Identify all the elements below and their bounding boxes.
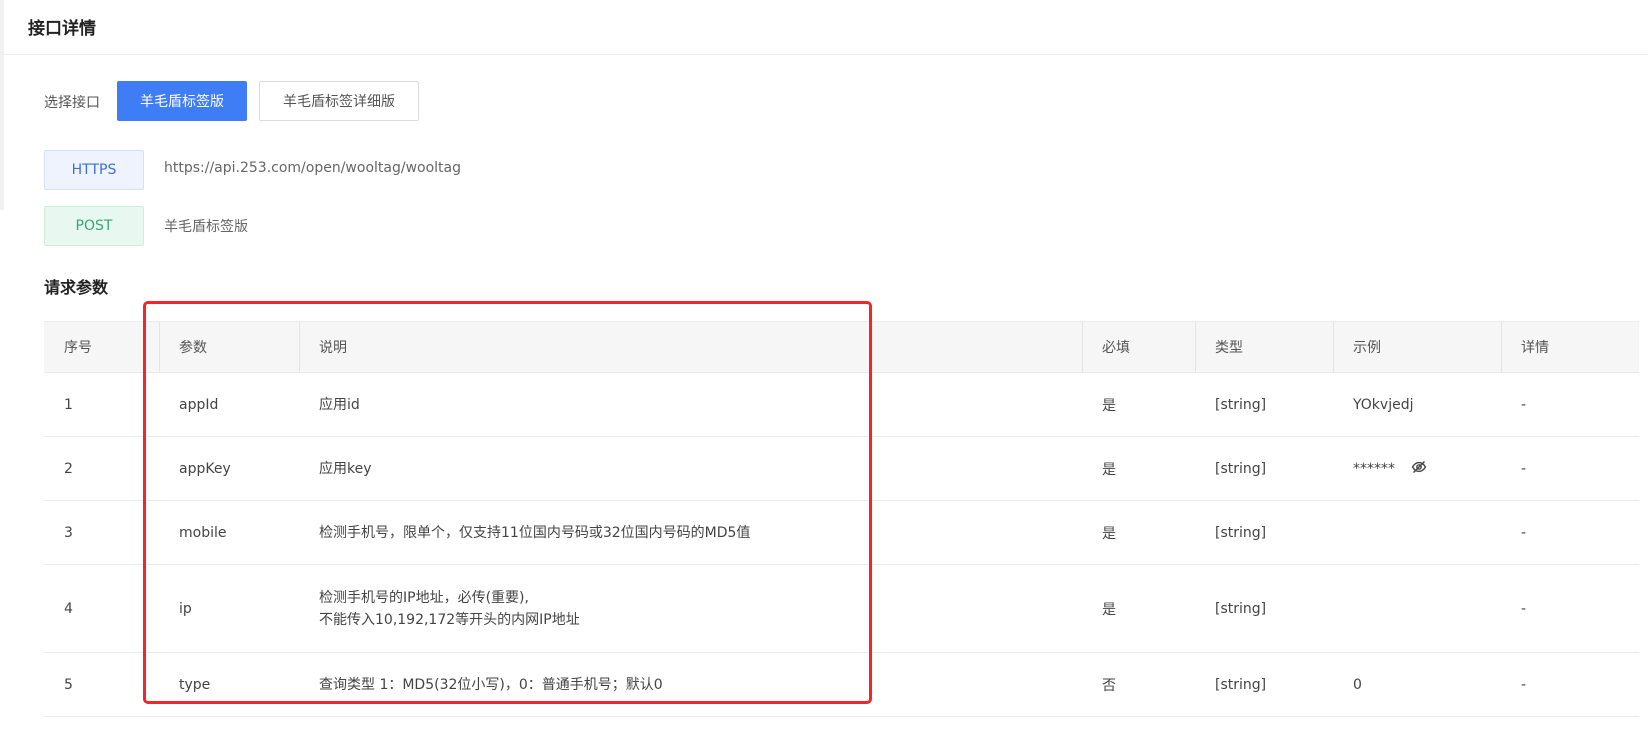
cell-index: 5 — [44, 652, 159, 717]
table-row: 1 appId 应用id 是 [string] YOkvjedj - — [44, 372, 1639, 437]
cell-desc-line: 不能传入10,192,172等开头的内网IP地址 — [319, 611, 580, 628]
page-header: 接口详情 — [0, 0, 1648, 55]
table-row: 5 type 查询类型 1：MD5(32位小写)，0：普通手机号；默认0 否 [… — [44, 652, 1639, 717]
cell-type: [string] — [1195, 500, 1333, 565]
cell-example: YOkvjedj — [1333, 372, 1501, 437]
method-badge: POST — [44, 206, 144, 246]
col-detail: 详情 — [1501, 321, 1639, 373]
col-type: 类型 — [1195, 321, 1333, 373]
cell-index: 2 — [44, 436, 159, 501]
col-index: 序号 — [44, 321, 159, 373]
cell-param: appId — [159, 372, 299, 437]
cell-required: 是 — [1082, 372, 1195, 437]
cell-required: 是 — [1082, 500, 1195, 565]
cell-desc: 检测手机号，限单个，仅支持11位国内号码或32位国内号码的MD5值 — [299, 500, 1082, 565]
select-interface-label: 选择接口 — [44, 95, 100, 111]
cell-param: appKey — [159, 436, 299, 501]
cell-type: [string] — [1195, 372, 1333, 437]
cell-index: 4 — [44, 564, 159, 653]
cell-required: 是 — [1082, 564, 1195, 653]
cell-desc: 检测手机号的IP地址，必传(重要), 不能传入10,192,172等开头的内网I… — [299, 564, 1082, 653]
table-row: 3 mobile 检测手机号，限单个，仅支持11位国内号码或32位国内号码的MD… — [44, 500, 1639, 565]
cell-required: 是 — [1082, 436, 1195, 501]
cell-detail: - — [1501, 652, 1639, 717]
cell-index: 3 — [44, 500, 159, 565]
cell-type: [string] — [1195, 564, 1333, 653]
params-table: 序号 参数 说明 必填 类型 示例 详情 1 appId 应用id 是 [str… — [44, 321, 1639, 717]
cell-desc: 应用key — [299, 436, 1082, 501]
cell-detail: - — [1501, 564, 1639, 653]
request-params-title: 请求参数 — [44, 278, 109, 297]
masked-app-key: ****** — [1353, 460, 1395, 477]
page-title: 接口详情 — [28, 19, 96, 39]
col-param: 参数 — [159, 321, 299, 373]
table-row: 4 ip 检测手机号的IP地址，必传(重要), 不能传入10,192,172等开… — [44, 564, 1639, 653]
tab-wooltag-detail[interactable]: 羊毛盾标签详细版 — [259, 81, 419, 121]
col-required: 必填 — [1082, 321, 1195, 373]
tab-wooltag[interactable]: 羊毛盾标签版 — [117, 81, 247, 121]
endpoint-name: 羊毛盾标签版 — [164, 219, 248, 235]
cell-example: ****** — [1333, 436, 1501, 501]
endpoint-url: https://api.253.com/open/wooltag/wooltag — [164, 160, 462, 176]
cell-type: [string] — [1195, 436, 1333, 501]
cell-required: 否 — [1082, 652, 1195, 717]
col-desc: 说明 — [299, 321, 1082, 373]
cell-param: mobile — [159, 500, 299, 565]
cell-desc: 应用id — [299, 372, 1082, 437]
cell-desc-line: 检测手机号的IP地址，必传(重要), — [319, 589, 529, 606]
table-row: 2 appKey 应用key 是 [string] ****** - — [44, 436, 1639, 501]
cell-example: 0 — [1333, 652, 1501, 717]
cell-param: type — [159, 652, 299, 717]
cell-desc: 查询类型 1：MD5(32位小写)，0：普通手机号；默认0 — [299, 652, 1082, 717]
cell-detail: - — [1501, 436, 1639, 501]
eye-off-icon[interactable] — [1411, 459, 1427, 479]
cell-index: 1 — [44, 372, 159, 437]
protocol-badge: HTTPS — [44, 150, 144, 190]
cell-param: ip — [159, 564, 299, 653]
col-example: 示例 — [1333, 321, 1501, 373]
cell-detail: - — [1501, 372, 1639, 437]
cell-example — [1333, 500, 1501, 565]
cell-example — [1333, 564, 1501, 653]
table-header-row: 序号 参数 说明 必填 类型 示例 详情 — [44, 321, 1639, 373]
cell-type: [string] — [1195, 652, 1333, 717]
cell-detail: - — [1501, 500, 1639, 565]
